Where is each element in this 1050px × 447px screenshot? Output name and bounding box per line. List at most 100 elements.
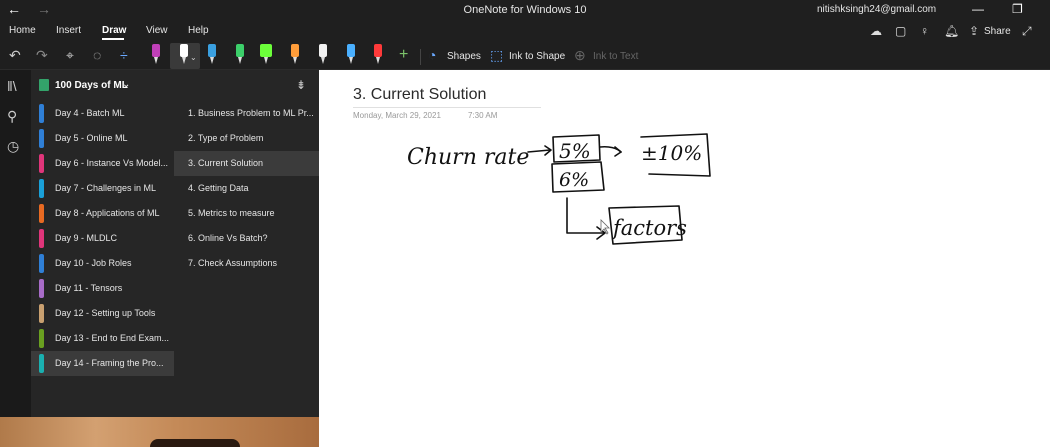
add-pen-icon[interactable]: +	[399, 46, 408, 64]
webcam-shadow	[150, 439, 240, 447]
page-label: 7. Check Assumptions	[188, 258, 278, 268]
pen-green[interactable]	[233, 42, 247, 68]
section-color-tab	[39, 104, 44, 123]
sticky-notes-icon[interactable]: ▢	[895, 24, 906, 38]
tab-insert[interactable]: Insert	[56, 25, 81, 36]
tab-draw[interactable]: Draw	[102, 25, 126, 36]
section-item[interactable]: Day 5 - Online ML	[31, 126, 174, 151]
pen-tip	[264, 57, 268, 64]
section-label: Day 14 - Framing the Pro...	[55, 358, 164, 368]
pen-body	[208, 44, 216, 57]
pen-tip	[349, 57, 353, 64]
page-item[interactable]: 1. Business Problem to ML Pr...	[174, 101, 319, 126]
pen-light-blue[interactable]	[344, 42, 358, 68]
section-item[interactable]: Day 4 - Batch ML	[31, 101, 174, 126]
pen-tip	[154, 57, 158, 64]
section-item[interactable]: Day 10 - Job Roles	[31, 251, 174, 276]
tab-view[interactable]: View	[146, 25, 168, 36]
pen-blue[interactable]	[205, 42, 219, 68]
webcam-overlay	[0, 417, 319, 447]
section-item[interactable]: Day 11 - Tensors	[31, 276, 174, 301]
section-label: Day 10 - Job Roles	[55, 258, 132, 268]
shapes-button[interactable]: Shapes	[447, 51, 481, 62]
pen-options-chevron-icon[interactable]: ⌄	[190, 53, 197, 62]
minimize-icon[interactable]: —	[972, 2, 984, 16]
pen-body	[260, 44, 272, 57]
pen-body	[291, 44, 299, 57]
handwritten-ink[interactable]: Churn rate 5% ±10% 6% factors	[319, 70, 1050, 447]
user-email[interactable]: nitishksingh24@gmail.com	[817, 4, 936, 15]
page-label: 4. Getting Data	[188, 183, 249, 193]
section-item[interactable]: Day 9 - MLDLC	[31, 226, 174, 251]
expand-icon[interactable]: ⤢	[1022, 24, 1032, 39]
arrow-head	[614, 146, 622, 157]
pen-body	[152, 44, 160, 57]
pen-body	[236, 44, 244, 57]
ink-to-shape-icon[interactable]: ⬚	[490, 47, 503, 64]
pen-tip	[293, 57, 297, 64]
sync-icon[interactable]: ☁	[870, 24, 882, 38]
share-button[interactable]: Share	[984, 26, 1011, 37]
undo-icon[interactable]: ↶	[9, 47, 21, 64]
navigation-rail: ‖\ ⚲ ◷	[0, 70, 31, 447]
section-color-tab	[39, 254, 44, 273]
pen-orange[interactable]	[288, 42, 302, 68]
section-label: Day 5 - Online ML	[55, 133, 128, 143]
select-objects-icon[interactable]: ⌖	[66, 47, 74, 64]
pen-pink[interactable]	[149, 42, 163, 68]
section-label: Day 4 - Batch ML	[55, 108, 125, 118]
section-color-tab	[39, 204, 44, 223]
recent-notes-icon[interactable]: ◷	[7, 138, 19, 155]
page-label: 5. Metrics to measure	[188, 208, 275, 218]
search-icon[interactable]: ⚲	[7, 108, 17, 125]
tab-help[interactable]: Help	[188, 25, 209, 36]
page-item[interactable]: 6. Online Vs Batch?	[174, 226, 319, 251]
lightbulb-icon[interactable]: ♀	[920, 24, 929, 38]
page-item[interactable]: 5. Metrics to measure	[174, 201, 319, 226]
page-label: 6. Online Vs Batch?	[188, 233, 268, 243]
lasso-select-icon[interactable]: ◌	[93, 47, 101, 63]
section-color-tab	[39, 179, 44, 198]
sections-pane: 100 Days of ML ⌄ Day 4 - Batch ML Day 5 -…	[31, 70, 174, 417]
pen-tip	[182, 57, 186, 64]
section-item[interactable]: Day 8 - Applications of ML	[31, 201, 174, 226]
section-color-tab	[39, 129, 44, 148]
page-canvas[interactable]: 3. Current Solution Monday, March 29, 20…	[319, 70, 1050, 447]
shapes-icon[interactable]: ◔	[428, 47, 436, 63]
share-icon[interactable]: ⇪	[969, 24, 979, 38]
ink-to-text-button[interactable]: Ink to Text	[593, 51, 638, 62]
bell-icon[interactable]: 🔔︎	[944, 24, 959, 38]
page-item[interactable]: 2. Type of Problem	[174, 126, 319, 151]
highlighter-green[interactable]	[259, 42, 273, 68]
section-item[interactable]: Day 12 - Setting up Tools	[31, 301, 174, 326]
add-space-icon[interactable]: ÷	[120, 47, 128, 63]
tab-home[interactable]: Home	[9, 25, 36, 36]
notebook-picker[interactable]: 100 Days of ML ⌄	[31, 70, 174, 100]
page-label: 2. Type of Problem	[188, 133, 264, 143]
section-color-tab	[39, 329, 44, 348]
pen-body	[319, 44, 327, 57]
section-label: Day 7 - Challenges in ML	[55, 183, 157, 193]
redo-icon[interactable]: ↷	[36, 47, 48, 64]
pen-tip	[238, 57, 242, 64]
page-item[interactable]: 4. Getting Data	[174, 176, 319, 201]
section-item[interactable]: Day 14 - Framing the Pro...	[31, 351, 174, 376]
ink-to-shape-button[interactable]: Ink to Shape	[509, 51, 565, 62]
pen-white[interactable]	[316, 42, 330, 68]
menu-bar: Home Insert Draw View Help ☁ ▢ ♀ 🔔︎ ⇪ Sh…	[0, 20, 1050, 42]
section-label: Day 8 - Applications of ML	[55, 208, 160, 218]
restore-icon[interactable]: ❐	[1012, 2, 1023, 16]
sort-icon[interactable]: ⇟	[296, 78, 306, 92]
page-item[interactable]: 7. Check Assumptions	[174, 251, 319, 276]
section-color-tab	[39, 354, 44, 373]
section-color-tab	[39, 279, 44, 298]
section-item[interactable]: Day 13 - End to End Exam...	[31, 326, 174, 351]
notebooks-icon[interactable]: ‖\	[7, 78, 17, 94]
pen-black[interactable]	[177, 42, 191, 68]
ink-to-text-icon[interactable]: ⊕	[574, 47, 586, 64]
section-item[interactable]: Day 6 - Instance Vs Model...	[31, 151, 174, 176]
section-label: Day 9 - MLDLC	[55, 233, 118, 243]
section-item[interactable]: Day 7 - Challenges in ML	[31, 176, 174, 201]
pen-red[interactable]	[371, 42, 385, 68]
page-item[interactable]: 3. Current Solution	[174, 151, 319, 176]
